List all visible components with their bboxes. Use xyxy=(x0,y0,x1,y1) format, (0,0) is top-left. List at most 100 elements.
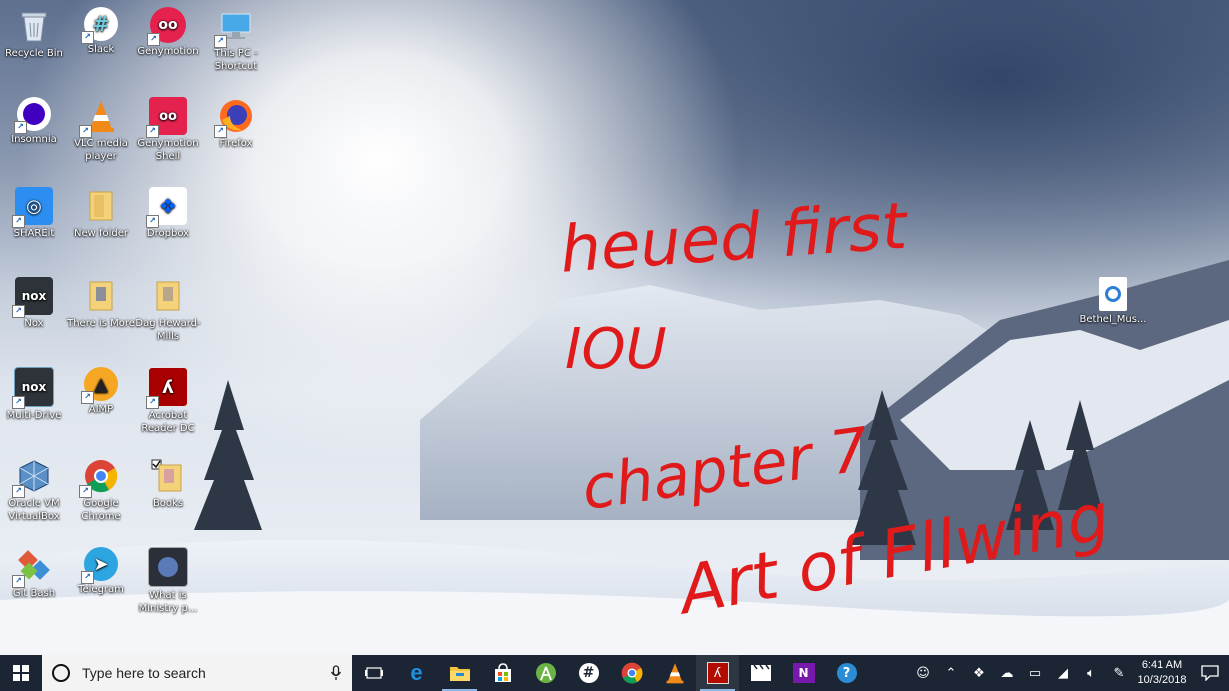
folder-icon xyxy=(82,187,120,225)
desktop-icon-git-bash[interactable]: ↗ Git Bash xyxy=(0,547,68,600)
taskbar-help[interactable]: ? xyxy=(825,655,868,691)
taskbar-slack[interactable]: # xyxy=(567,655,610,691)
taskbar-movies[interactable] xyxy=(739,655,782,691)
taskbar-file-explorer[interactable] xyxy=(438,655,481,691)
icon-label: Bethel_Mus... xyxy=(1079,314,1147,325)
chrome-icon xyxy=(621,662,642,684)
icon-label: Nox xyxy=(24,318,44,329)
tray-battery[interactable]: ▭ xyxy=(1021,655,1049,691)
icon-label: New folder xyxy=(73,228,129,239)
show-hidden-icons-button[interactable]: ⌃ xyxy=(937,655,965,691)
desktop-icon-this-pc[interactable]: ↗ This PC - Shortcut xyxy=(202,7,270,73)
microphone-icon[interactable] xyxy=(330,665,342,681)
this-pc-icon: ↗ xyxy=(214,7,255,48)
onedrive-icon: ☁ xyxy=(1000,665,1014,681)
dropbox-icon: ❖ xyxy=(973,665,985,681)
desktop-icon-dag-heward-mills[interactable]: Dag Heward-Mills xyxy=(134,277,202,343)
desktop-icon-genymotion[interactable]: oo ↗ Genymotion xyxy=(134,7,202,58)
icon-label: Genymotion Shell xyxy=(137,138,199,162)
tray-dropbox[interactable]: ❖ xyxy=(965,655,993,691)
tray-volume[interactable]: 🔈︎ xyxy=(1077,655,1105,691)
desktop-icon-google-chrome[interactable]: ↗ Google Chrome xyxy=(67,457,135,523)
movies-icon xyxy=(750,664,771,681)
taskbar: Type here to search e # ʎ N ? ☺ ⌃ ❖ ☁ ▭ … xyxy=(0,655,1229,691)
icon-label: What is Ministry p... xyxy=(138,590,198,614)
folder-icon xyxy=(82,277,120,315)
windows-logo-icon xyxy=(13,665,29,681)
clock-time: 6:41 AM xyxy=(1141,659,1183,671)
desktop-icon-firefox[interactable]: ↗ Firefox xyxy=(202,97,270,150)
desktop-icon-books[interactable]: Books xyxy=(134,457,202,510)
clock[interactable]: 6:41 AM 10/3/2018 xyxy=(1133,658,1191,688)
desktop-icon-insomnia[interactable]: ↗ Insomnia xyxy=(0,97,68,146)
desktop-icon-multi-drive[interactable]: nox ↗ Multi-Drive xyxy=(0,367,68,422)
telegram-icon: ➤ ↗ xyxy=(81,547,118,584)
icon-label: Slack xyxy=(87,44,115,55)
slack-icon: # xyxy=(578,663,599,683)
slack-icon: # ↗ xyxy=(81,7,118,44)
icon-label: Firefox xyxy=(219,138,253,149)
icon-label: AIMP xyxy=(88,404,114,415)
icon-label: This PC - Shortcut xyxy=(214,48,258,72)
vlc-icon: ↗ xyxy=(79,97,120,138)
tray-windows-ink[interactable]: ✎ xyxy=(1105,655,1133,691)
pen-icon: ✎ xyxy=(1113,665,1125,681)
taskbar-acrobat[interactable]: ʎ xyxy=(696,655,739,691)
video-file-icon xyxy=(148,547,188,587)
desktop-icon-dropbox[interactable]: ❖ ↗ Dropbox xyxy=(134,187,202,240)
action-center-button[interactable] xyxy=(1191,655,1229,691)
acrobat-icon: ʎ xyxy=(706,662,729,684)
cortana-icon xyxy=(52,664,70,682)
desktop-icon-aimp[interactable]: ▲ ↗ AIMP xyxy=(67,367,135,416)
clock-date: 10/3/2018 xyxy=(1137,674,1187,686)
icon-label: Acrobat Reader DC xyxy=(141,410,195,434)
taskbar-store[interactable] xyxy=(481,655,524,691)
firefox-icon: ↗ xyxy=(214,97,255,138)
desktop-icon-what-is-ministry[interactable]: What is Ministry p... xyxy=(134,547,202,615)
icon-label: Insomnia xyxy=(11,134,57,145)
wifi-icon: ◢ xyxy=(1058,665,1068,681)
onenote-icon: N xyxy=(792,663,815,683)
desktop-icon-acrobat-reader[interactable]: ʎ ↗ Acrobat Reader DC xyxy=(134,367,202,435)
taskbar-android-studio[interactable] xyxy=(524,655,567,691)
start-button[interactable] xyxy=(0,655,42,691)
desktop-icon-bethel-music[interactable]: Bethel_Mus... xyxy=(1079,277,1147,326)
icon-label: Recycle Bin xyxy=(5,48,63,59)
multi-drive-icon: nox ↗ xyxy=(12,367,54,409)
desktop-icon-recycle-bin[interactable]: Recycle Bin xyxy=(0,7,68,60)
genymotion-shell-icon: oo ↗ xyxy=(146,97,187,138)
taskbar-onenote[interactable]: N xyxy=(782,655,825,691)
task-view-button[interactable] xyxy=(352,655,395,691)
desktop-icon-slack[interactable]: # ↗ Slack xyxy=(67,7,135,56)
icon-label: Genymotion xyxy=(137,46,199,57)
tray-onedrive[interactable]: ☁ xyxy=(993,655,1021,691)
android-studio-icon xyxy=(535,663,556,683)
desktop-icon-telegram[interactable]: ➤ ↗ Telegram xyxy=(67,547,135,596)
people-button[interactable]: ☺ xyxy=(909,655,937,691)
icon-label: Telegram xyxy=(78,584,124,595)
icon-label: Git Bash xyxy=(12,588,56,599)
desktop-icon-new-folder[interactable]: New folder xyxy=(67,187,135,240)
taskbar-chrome[interactable] xyxy=(610,655,653,691)
nox-icon: nox ↗ xyxy=(12,277,53,318)
shareit-icon: ◎ ↗ xyxy=(12,187,53,228)
desktop-icon-genymotion-shell[interactable]: oo ↗ Genymotion Shell xyxy=(134,97,202,163)
desktop-icon-vlc[interactable]: ↗ VLC media player xyxy=(67,97,135,163)
desktop-icon-there-is-more[interactable]: There is More xyxy=(67,277,135,330)
task-view-icon xyxy=(364,667,383,679)
icon-label: Dag Heward-Mills xyxy=(135,318,201,342)
genymotion-icon: oo ↗ xyxy=(147,7,186,46)
taskbar-vlc[interactable] xyxy=(653,655,696,691)
desktop-icon-nox[interactable]: nox ↗ Nox xyxy=(0,277,68,330)
recycle-bin-icon xyxy=(15,7,53,45)
help-icon: ? xyxy=(836,663,857,683)
icon-label: VLC media player xyxy=(74,138,128,162)
desktop-icon-virtualbox[interactable]: ↗ Oracle VM VirtualBox xyxy=(0,457,68,523)
insomnia-icon: ↗ xyxy=(14,97,51,134)
search-box[interactable]: Type here to search xyxy=(42,655,352,691)
desktop-icon-shareit[interactable]: ◎ ↗ SHAREit xyxy=(0,187,68,240)
volume-icon: 🔈︎ xyxy=(1087,665,1095,681)
store-icon xyxy=(494,663,511,682)
taskbar-edge[interactable]: e xyxy=(395,655,438,691)
tray-network[interactable]: ◢ xyxy=(1049,655,1077,691)
